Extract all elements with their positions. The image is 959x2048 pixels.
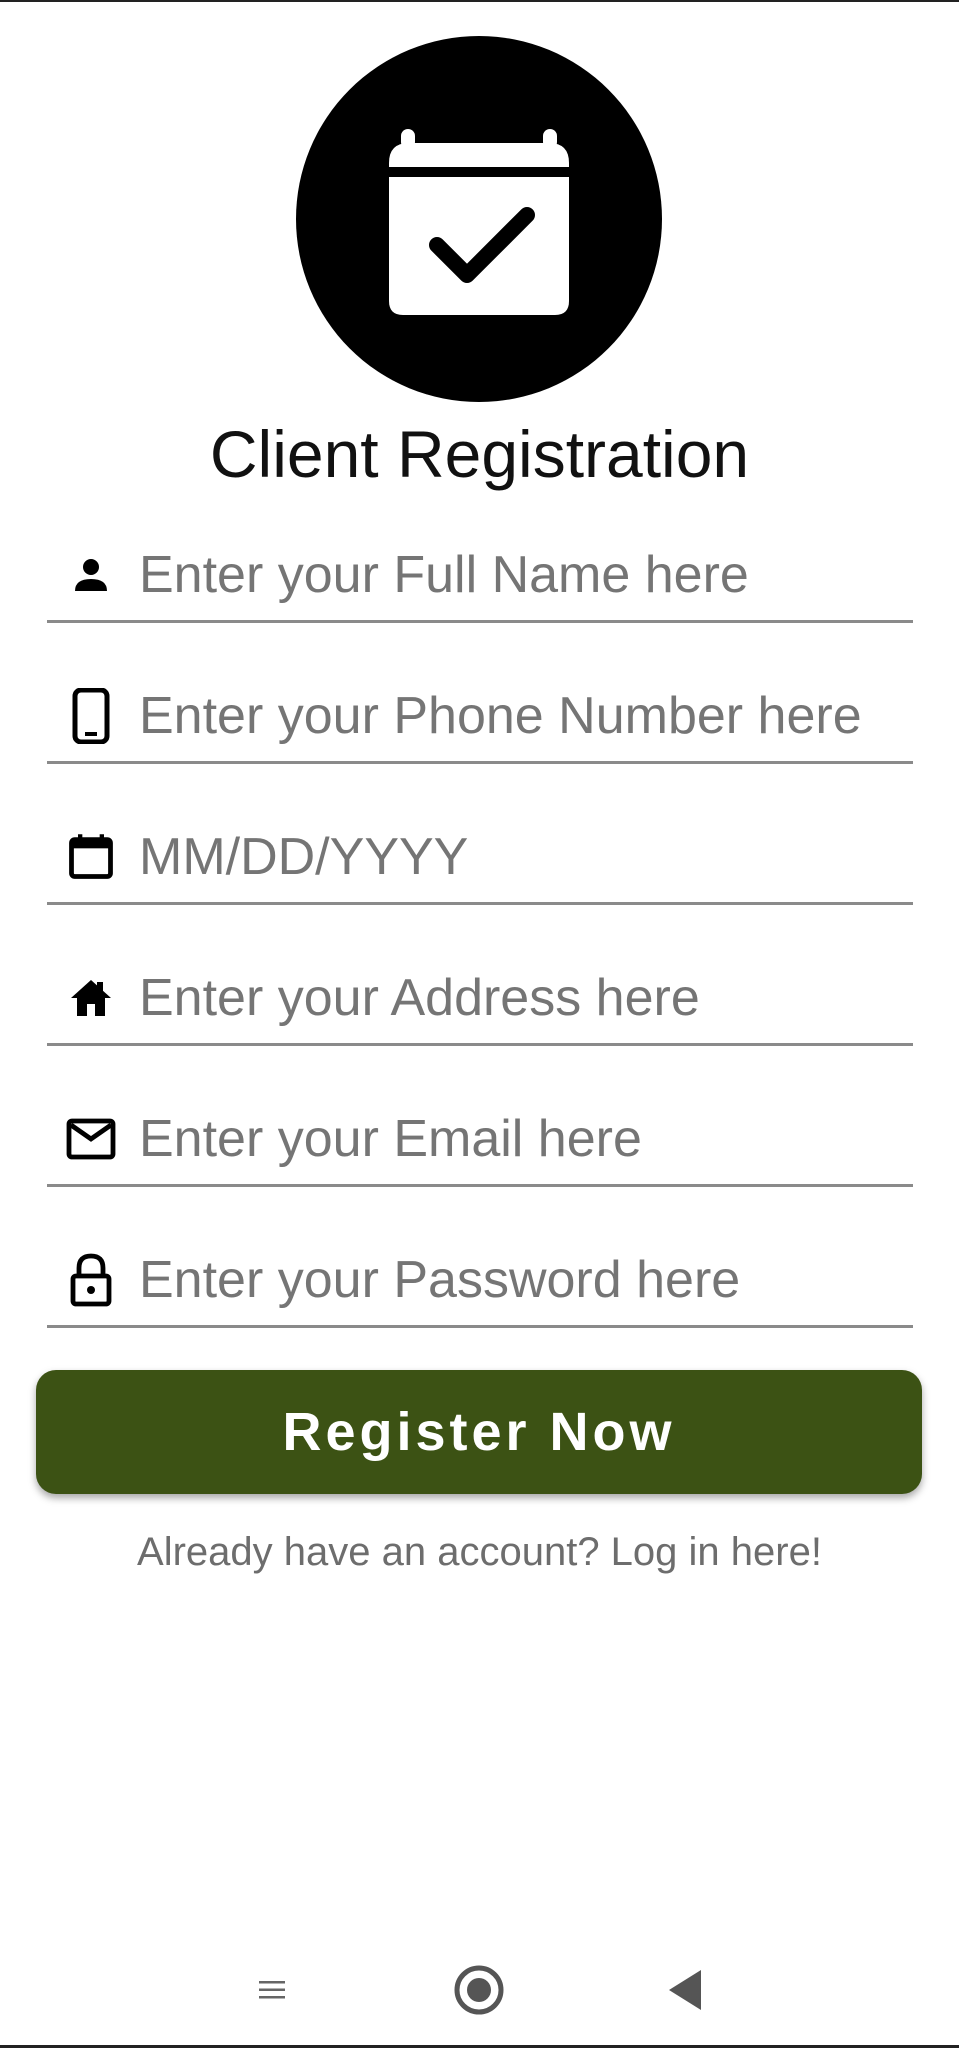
address-field[interactable]: [47, 953, 913, 1046]
menu-icon[interactable]: [232, 1950, 312, 2030]
phone-input[interactable]: [139, 686, 899, 746]
password-input[interactable]: [139, 1250, 899, 1310]
top-border: [0, 0, 959, 2]
address-input[interactable]: [139, 968, 899, 1028]
home-circle-icon[interactable]: [439, 1950, 519, 2030]
password-field[interactable]: [47, 1235, 913, 1328]
register-now-button[interactable]: Register Now: [36, 1370, 922, 1494]
system-nav-bar: [0, 1950, 959, 2030]
home-icon: [47, 968, 135, 1028]
app-logo: [296, 36, 662, 402]
birthdate-field[interactable]: [47, 812, 913, 905]
lock-icon: [47, 1250, 135, 1310]
email-field[interactable]: [47, 1094, 913, 1187]
person-icon: [47, 545, 135, 605]
calendar-check-icon: [389, 129, 569, 315]
full-name-input[interactable]: [139, 545, 899, 605]
phone-icon: [47, 686, 135, 746]
page-title: Client Registration: [209, 417, 750, 491]
email-input[interactable]: [139, 1109, 899, 1169]
full-name-field[interactable]: [47, 530, 913, 623]
back-triangle-icon[interactable]: [645, 1950, 725, 2030]
birthdate-input[interactable]: [139, 827, 899, 887]
phone-field[interactable]: [47, 671, 913, 764]
calendar-icon: [47, 827, 135, 887]
mail-icon: [47, 1109, 135, 1169]
login-link[interactable]: Already have an account? Log in here!: [0, 1522, 959, 1582]
